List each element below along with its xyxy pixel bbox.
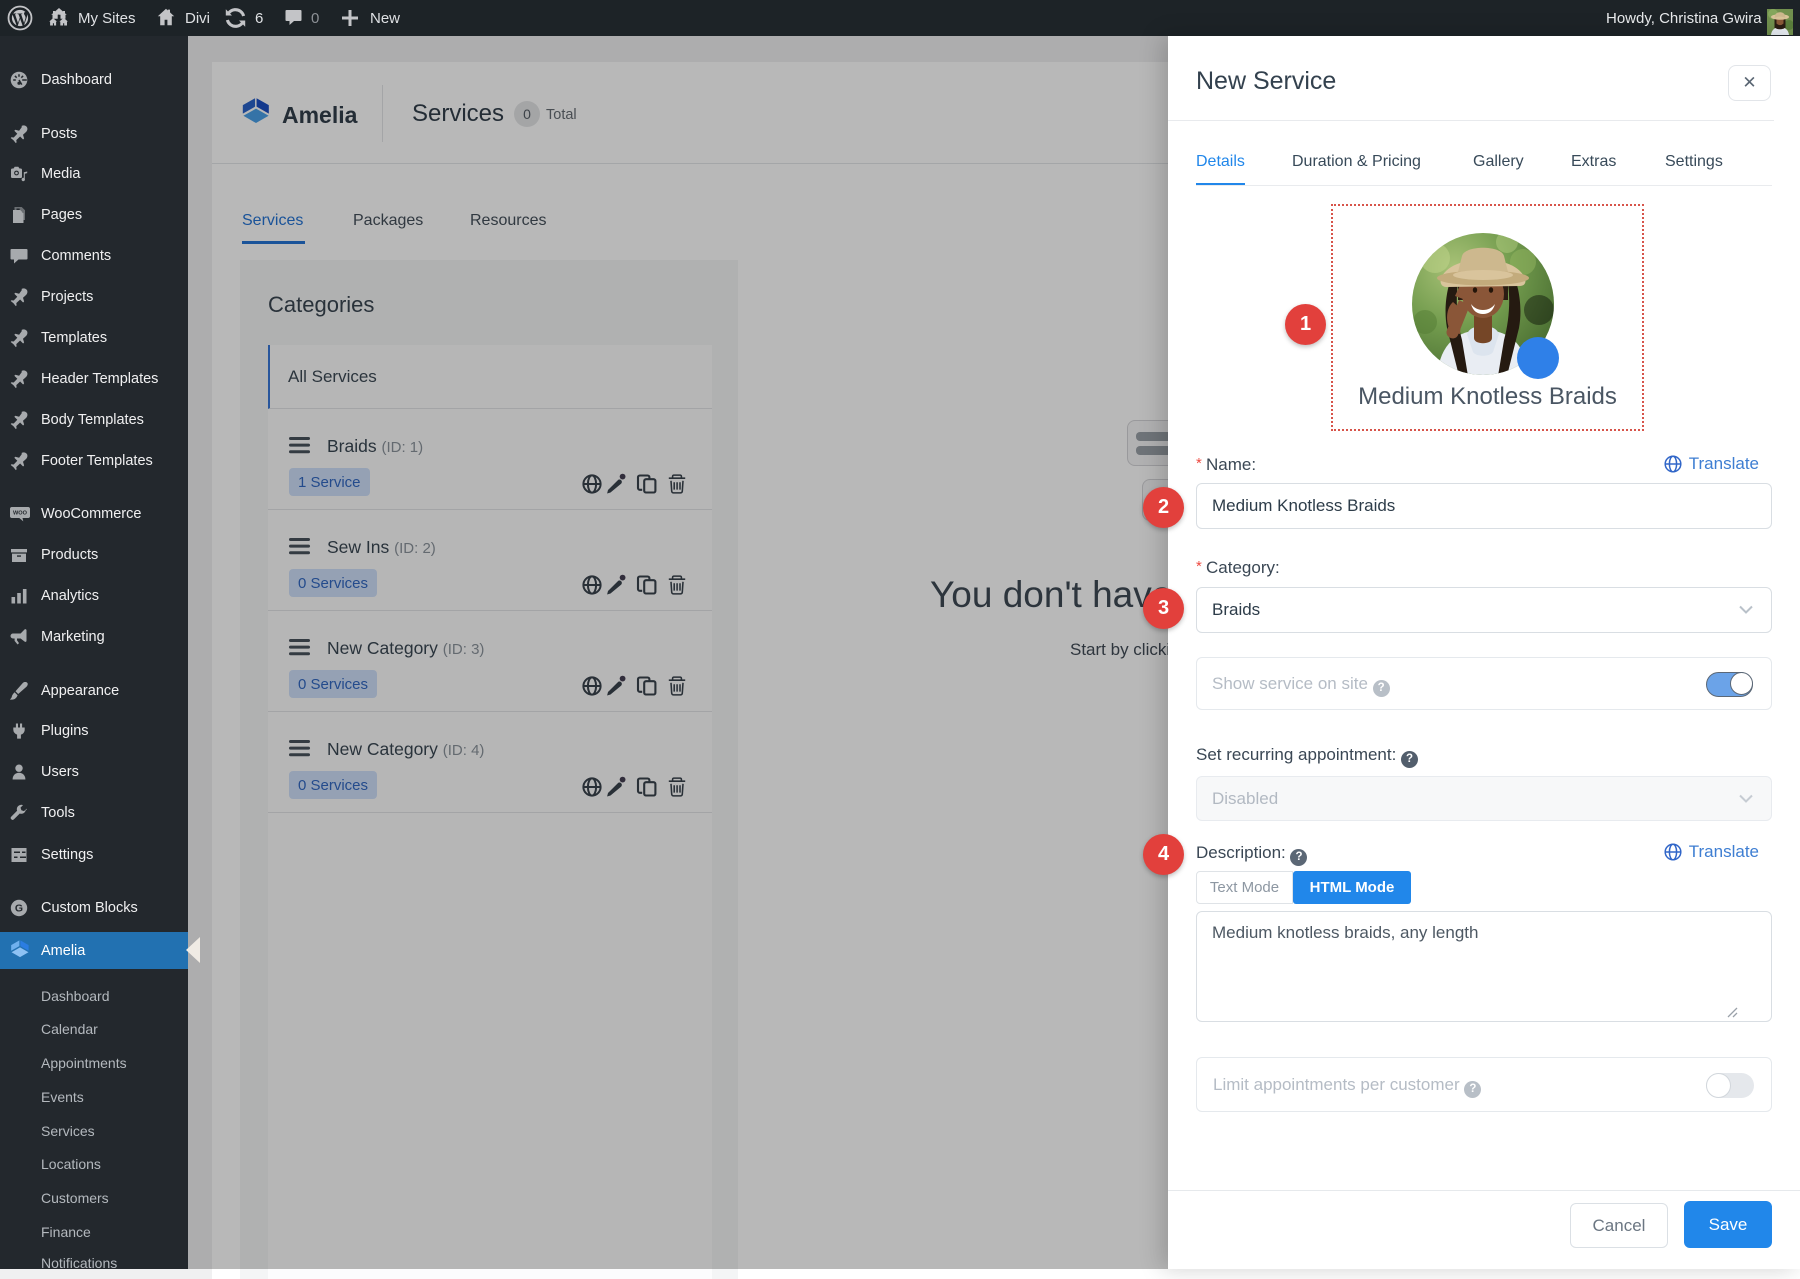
svg-text:WOO: WOO [13,511,28,517]
svg-text:G: G [15,903,23,915]
